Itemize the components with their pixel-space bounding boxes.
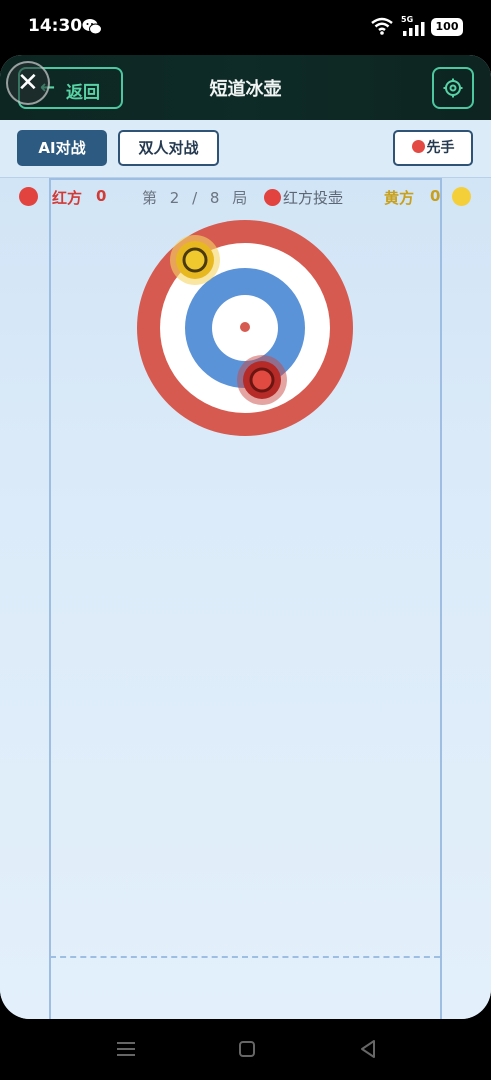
first-move-button[interactable]: 先手 — [393, 130, 473, 166]
status-time: 14:30 — [28, 16, 83, 36]
wechat-icon — [82, 19, 102, 35]
turn-dot-icon — [264, 189, 281, 206]
yellow-team-icon — [452, 187, 471, 206]
turn-indicator: 红方投壶 — [264, 187, 343, 208]
red-team-label: 红方 — [52, 189, 83, 207]
tee-dot — [240, 322, 250, 332]
signal-icon — [403, 22, 425, 36]
house-target — [137, 220, 353, 436]
mode-bar: AI对战 双人对战 先手 — [0, 120, 491, 178]
red-team-icon — [19, 187, 38, 206]
battery-indicator: 100 — [431, 18, 463, 36]
gear-icon — [443, 78, 463, 98]
app-window: ← 返回 ✕ 短道冰壶 AI对战 双人对战 先手 — [0, 55, 491, 1019]
red-team-score: 0 — [96, 187, 107, 205]
home-icon[interactable] — [238, 1040, 256, 1058]
first-move-label: 先手 — [426, 140, 455, 156]
system-nav-bar — [0, 1019, 491, 1080]
hog-line — [50, 956, 440, 958]
menu-icon[interactable] — [116, 1041, 136, 1057]
game-field[interactable]: 红方 0 第 2 / 8 局 红方投壶 黄方 0 — [0, 178, 491, 1019]
yellow-stone-icon — [170, 235, 220, 285]
round-indicator: 第 2 / 8 局 — [142, 189, 252, 207]
yellow-team-label: 黄方 — [384, 189, 415, 207]
status-bar: 14:30 5G 100 — [0, 0, 491, 55]
yellow-team-score: 0 — [430, 187, 441, 205]
wifi-icon — [371, 17, 393, 35]
settings-button[interactable] — [432, 67, 474, 109]
page-title: 短道冰壶 — [209, 79, 282, 100]
two-player-button[interactable]: 双人对战 — [118, 130, 219, 166]
back-nav-icon[interactable] — [359, 1039, 377, 1059]
turn-label: 红方投壶 — [283, 189, 344, 207]
scoreboard: 红方 0 第 2 / 8 局 红方投壶 黄方 0 — [0, 185, 491, 209]
red-dot-icon — [411, 140, 425, 153]
header-bar: ← 返回 ✕ 短道冰壶 — [0, 55, 491, 120]
ai-battle-button[interactable]: AI对战 — [17, 130, 107, 166]
red-stone-icon — [237, 355, 287, 405]
